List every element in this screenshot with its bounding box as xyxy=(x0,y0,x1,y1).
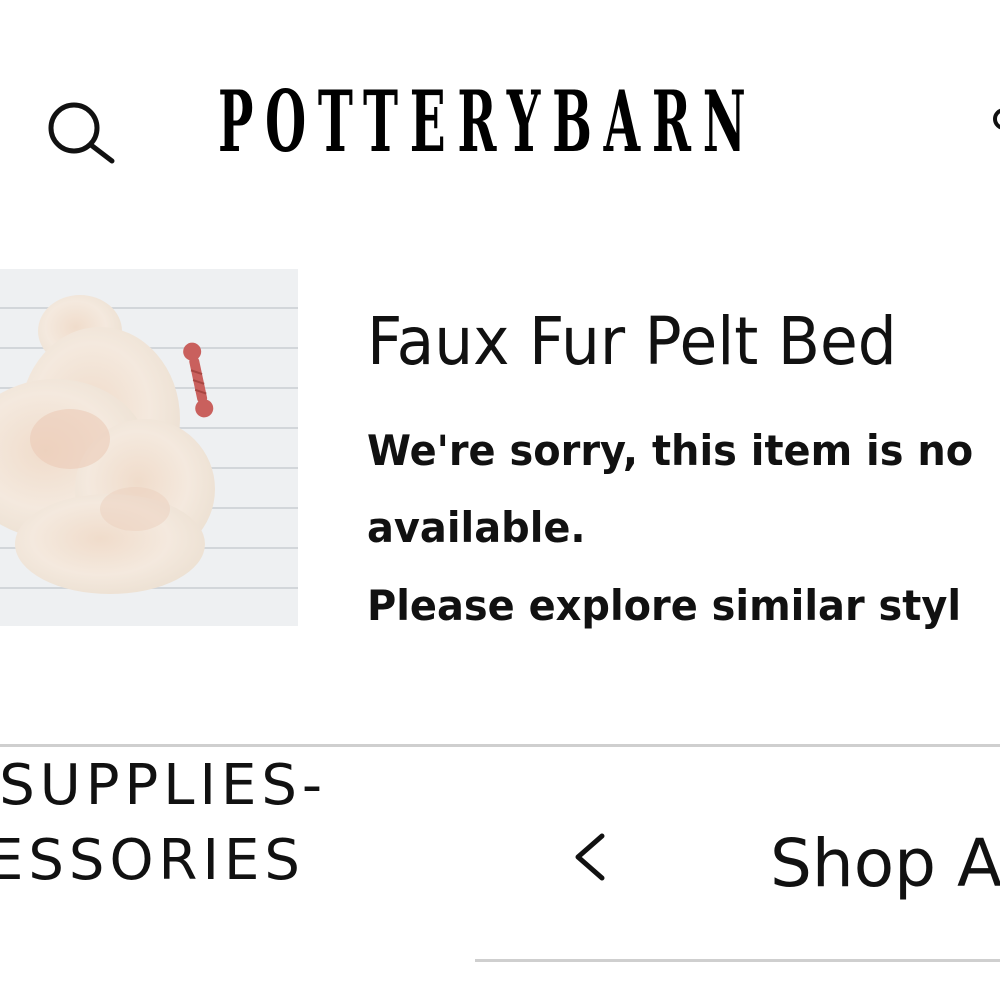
fur-pelt-shape xyxy=(0,295,215,594)
chevron-left-icon xyxy=(575,833,605,881)
rope-toy xyxy=(183,342,214,418)
shop-all-link[interactable]: Shop A xyxy=(770,824,1000,904)
back-button[interactable] xyxy=(560,822,620,892)
search-button[interactable] xyxy=(44,98,122,168)
category-label-line-2[interactable]: ESSORIES xyxy=(0,829,305,893)
section-divider xyxy=(0,744,1000,747)
partial-icon[interactable] xyxy=(988,104,1000,134)
page: POTTERYBARN Faux Fur Pelt Bed We're sorr… xyxy=(0,0,1000,1000)
nav-underline xyxy=(475,959,1000,962)
category-label-line-1[interactable]: -SUPPLIES- xyxy=(0,754,327,818)
unavailable-message-line-1: We're sorry, this item is no xyxy=(367,426,974,475)
brand-logo[interactable]: POTTERYBARN xyxy=(218,80,757,164)
product-title[interactable]: Faux Fur Pelt Bed xyxy=(367,300,897,384)
explore-similar-message: Please explore similar styl xyxy=(367,581,962,630)
product-image[interactable] xyxy=(0,269,298,626)
search-icon xyxy=(48,102,115,164)
unavailable-message-line-2: available. xyxy=(367,503,586,552)
